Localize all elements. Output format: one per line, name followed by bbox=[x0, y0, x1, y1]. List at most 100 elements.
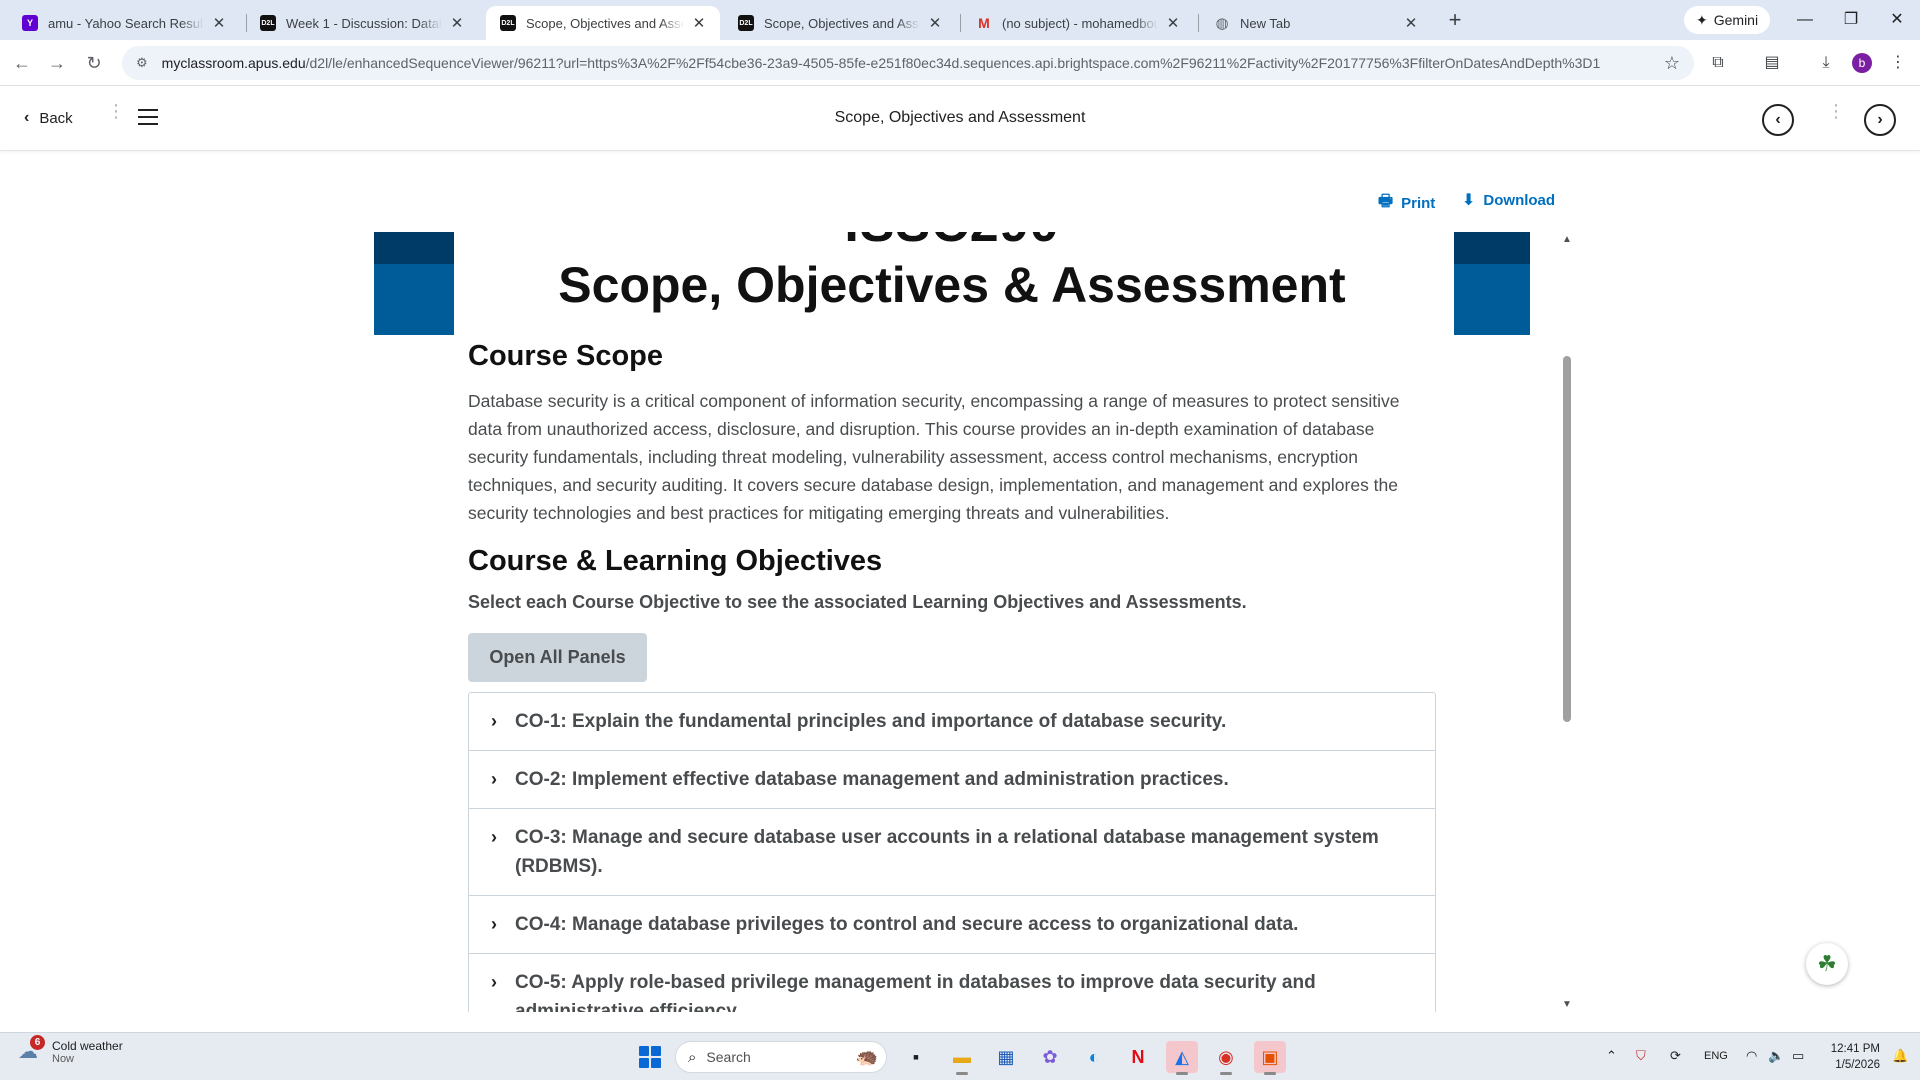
tab-title: New Tab bbox=[1240, 15, 1291, 31]
document-heading: Scope, Objectives & Assessment bbox=[558, 257, 1346, 313]
d2l-icon: D2L bbox=[260, 15, 276, 31]
url-host: myclassroom.apus.edu bbox=[161, 55, 306, 71]
pinned-app-2-icon[interactable]: ▣ bbox=[1254, 1041, 1286, 1075]
objective-panel-co1[interactable]: › CO-1: Explain the fundamental principl… bbox=[469, 693, 1435, 751]
next-topic-button[interactable]: › bbox=[1864, 104, 1896, 136]
browser-tab[interactable]: Y amu - Yahoo Search Results ✕ bbox=[8, 6, 240, 40]
search-highlight-icon: 🦔 bbox=[855, 1046, 878, 1067]
scrollbar-thumb[interactable] bbox=[1563, 356, 1571, 722]
security-tray-icon[interactable]: ⛉ bbox=[1636, 1048, 1646, 1064]
browser-menu-icon[interactable]: ⋮ bbox=[1886, 51, 1910, 75]
close-icon[interactable]: ✕ bbox=[690, 14, 708, 32]
scroll-up-arrow-icon[interactable]: ▲ bbox=[1562, 234, 1572, 245]
open-all-panels-button[interactable]: Open All Panels bbox=[468, 633, 647, 682]
print-label: Print bbox=[1401, 195, 1436, 212]
back-arrow-icon[interactable]: ← bbox=[8, 49, 36, 77]
d2l-icon: D2L bbox=[500, 15, 516, 31]
close-icon[interactable]: ✕ bbox=[210, 14, 228, 32]
pinned-app-icon[interactable]: ◭ bbox=[1166, 1041, 1198, 1075]
chrome-icon[interactable]: ◉ bbox=[1210, 1041, 1242, 1075]
start-button[interactable] bbox=[639, 1046, 661, 1068]
objective-label: CO-4: Manage database privileges to cont… bbox=[515, 914, 1299, 935]
objective-label: CO-2: Implement effective database manag… bbox=[515, 769, 1229, 790]
weather-widget[interactable]: ☁ 6 Cold weather Now bbox=[18, 1035, 123, 1065]
browser-tab-active[interactable]: D2L Scope, Objectives and Assessm ✕ bbox=[486, 6, 720, 40]
chevron-right-icon: › bbox=[491, 972, 497, 992]
reload-icon[interactable]: ↻ bbox=[80, 49, 108, 77]
gemini-label: Gemini bbox=[1713, 12, 1759, 28]
weather-subtitle: Now bbox=[52, 1053, 75, 1065]
site-settings-icon[interactable]: ⚙ bbox=[136, 55, 148, 71]
address-bar[interactable]: ⚙ myclassroom.apus.edu/d2l/le/enhancedSe… bbox=[122, 46, 1694, 80]
new-tab-button[interactable]: + bbox=[1442, 8, 1468, 34]
d2l-icon: D2L bbox=[738, 15, 754, 31]
objective-label: CO-3: Manage and secure database user ac… bbox=[515, 827, 1379, 877]
tab-title: Scope, Objectives and Assessm bbox=[764, 15, 920, 31]
browser-tab[interactable]: M (no subject) - mohamedboutch ✕ bbox=[962, 6, 1194, 40]
print-button[interactable]: 🖶 Print bbox=[1378, 190, 1435, 217]
download-button[interactable]: ⬇ Download bbox=[1462, 190, 1555, 210]
clock-date: 1/5/2026 bbox=[1835, 1059, 1880, 1071]
taskbar-search[interactable]: ⌕ Search 🦔 bbox=[675, 1041, 887, 1073]
document-frame: ISSC290 Scope, Objectives & Assessment C… bbox=[374, 232, 1530, 1012]
scroll-down-arrow-icon[interactable]: ▼ bbox=[1562, 999, 1572, 1010]
course-code-heading: ISSC290 bbox=[374, 232, 1530, 254]
minimize-button[interactable]: — bbox=[1782, 6, 1828, 34]
close-icon[interactable]: ✕ bbox=[1402, 14, 1420, 32]
download-label: Download bbox=[1483, 191, 1556, 209]
show-hidden-icons-chevron-icon[interactable]: ⌃ bbox=[1606, 1048, 1617, 1064]
gemini-sparkle-icon: ✦ bbox=[1696, 11, 1708, 28]
clock-time: 12:41 PM bbox=[1830, 1043, 1880, 1055]
browser-tab-strip: Y amu - Yahoo Search Results ✕ D2L Week … bbox=[0, 0, 1920, 40]
avatar[interactable]: b bbox=[1852, 53, 1872, 73]
copilot-icon[interactable]: ✿ bbox=[1034, 1041, 1066, 1073]
objective-label: CO-5: Apply role-based privilege managem… bbox=[515, 972, 1316, 1012]
weather-badge: 6 bbox=[30, 1035, 45, 1050]
system-clock[interactable]: 12:41 PM 1/5/2026 bbox=[1822, 1041, 1880, 1073]
download-icon[interactable]: ⤓ bbox=[1814, 51, 1838, 75]
cloud-download-icon: ⬇ bbox=[1462, 192, 1476, 209]
file-explorer-icon[interactable]: ▬ bbox=[946, 1041, 978, 1075]
document-content: Course Scope Database security is a crit… bbox=[468, 340, 1436, 1012]
objectives-instruction: Select each Course Objective to see the … bbox=[468, 592, 1247, 612]
wifi-icon[interactable]: ◠ bbox=[1746, 1048, 1757, 1064]
weather-title: Cold weather bbox=[52, 1039, 123, 1053]
notifications-bell-icon[interactable]: 🔔 bbox=[1892, 1048, 1908, 1064]
netflix-icon[interactable]: N bbox=[1122, 1041, 1154, 1073]
objective-panel-co2[interactable]: › CO-2: Implement effective database man… bbox=[469, 751, 1435, 809]
close-icon[interactable]: ✕ bbox=[1164, 14, 1182, 32]
course-scope-text: Database security is a critical componen… bbox=[468, 391, 1400, 523]
volume-icon[interactable]: 🔈 bbox=[1768, 1048, 1784, 1064]
gmail-icon: M bbox=[978, 15, 990, 31]
browser-tab[interactable]: D2L Week 1 - Discussion: Database ✕ bbox=[246, 6, 478, 40]
page-title: Scope, Objectives and Assessment bbox=[834, 109, 1086, 126]
objective-panel-co4[interactable]: › CO-4: Manage database privileges to co… bbox=[469, 896, 1435, 954]
browser-tab[interactable]: ◍ New Tab ✕ bbox=[1200, 6, 1432, 40]
chevron-right-icon: › bbox=[491, 711, 497, 731]
weather-icon: ☁ 6 bbox=[18, 1035, 45, 1065]
close-window-button[interactable]: ✕ bbox=[1874, 6, 1920, 34]
extensions-icon[interactable]: ⧉ bbox=[1706, 51, 1730, 75]
chevron-right-icon: › bbox=[491, 914, 497, 934]
battery-icon[interactable]: ▭ bbox=[1792, 1048, 1804, 1064]
objective-panel-co3[interactable]: › CO-3: Manage and secure database user … bbox=[469, 809, 1435, 896]
close-icon[interactable]: ✕ bbox=[448, 14, 466, 32]
gemini-button[interactable]: ✦ Gemini bbox=[1684, 6, 1771, 34]
language-indicator[interactable]: ENG bbox=[1704, 1050, 1728, 1062]
clover-helper-icon[interactable]: ☘ bbox=[1806, 943, 1848, 985]
sync-tray-icon[interactable]: ⟳ bbox=[1670, 1048, 1681, 1064]
url-text[interactable]: myclassroom.apus.edu/d2l/le/enhancedSequ… bbox=[162, 55, 1664, 71]
browser-tab[interactable]: D2L Scope, Objectives and Assessm ✕ bbox=[724, 6, 956, 40]
store-icon[interactable]: ▦ bbox=[990, 1041, 1022, 1073]
edge-icon[interactable]: ◐ bbox=[1078, 1041, 1110, 1073]
restore-button[interactable]: ❐ bbox=[1828, 6, 1874, 34]
search-icon: ⌕ bbox=[688, 1048, 697, 1066]
previous-topic-button[interactable]: ‹ bbox=[1762, 104, 1794, 136]
tab-title: Scope, Objectives and Assessm bbox=[526, 15, 684, 31]
reading-mode-icon[interactable]: ▤ bbox=[1760, 51, 1784, 75]
task-view-icon[interactable]: ▪ bbox=[900, 1041, 932, 1073]
close-icon[interactable]: ✕ bbox=[926, 14, 944, 32]
forward-arrow-icon[interactable]: → bbox=[43, 49, 71, 77]
bookmark-star-icon[interactable]: ☆ bbox=[1664, 53, 1680, 74]
objective-panel-co5[interactable]: › CO-5: Apply role-based privilege manag… bbox=[469, 954, 1435, 1012]
